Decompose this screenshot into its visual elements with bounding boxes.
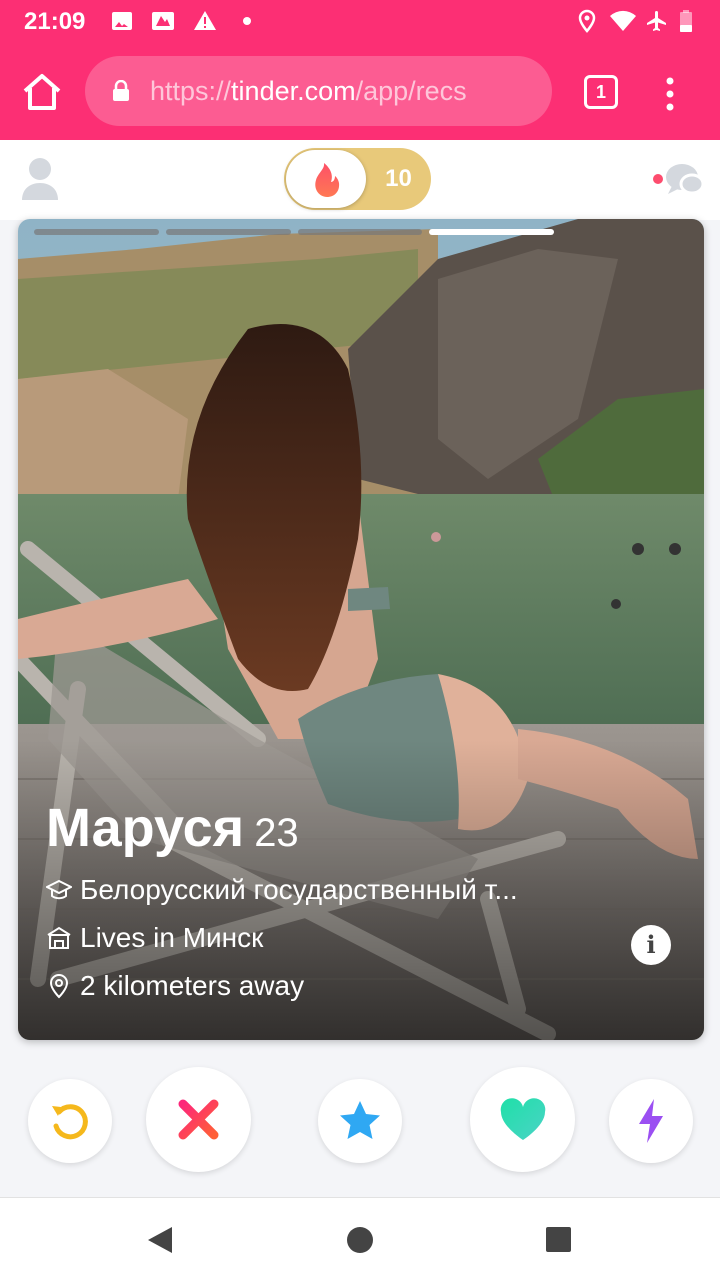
star-icon xyxy=(340,1101,380,1139)
distance-row: 2 kilometers away xyxy=(46,970,304,1002)
wifi-icon xyxy=(610,10,636,31)
city-text: Lives in Минск xyxy=(80,922,264,953)
toggle-knob xyxy=(286,150,366,208)
url-text: https://tinder.com/app/recs xyxy=(150,76,467,107)
profile-name: Маруся xyxy=(46,798,245,858)
rewind-icon xyxy=(52,1104,88,1140)
warning-icon xyxy=(194,11,216,30)
overflow-menu-icon[interactable] xyxy=(660,74,680,114)
address-bar[interactable]: https://tinder.com/app/recs xyxy=(85,56,552,126)
dot-icon xyxy=(243,17,251,25)
home-icon[interactable] xyxy=(20,70,64,114)
battery-low-icon xyxy=(680,10,692,32)
city-row: Lives in Минск xyxy=(46,922,263,954)
flame-icon xyxy=(315,163,340,197)
url-host: tinder.com xyxy=(231,76,356,106)
info-button[interactable]: i xyxy=(631,925,671,965)
distance-text: 2 kilometers away xyxy=(80,970,305,1001)
lock-icon xyxy=(113,80,129,101)
photo-indicator[interactable] xyxy=(165,229,291,235)
recents-icon[interactable] xyxy=(545,1226,572,1253)
tab-switcher-button[interactable]: 1 xyxy=(584,75,618,109)
airplane-icon xyxy=(647,11,666,31)
url-path: /app/recs xyxy=(355,76,467,106)
profile-age: 23 xyxy=(254,811,299,855)
url-scheme: https:// xyxy=(150,76,232,106)
school-row: Белорусский государственный т... xyxy=(46,874,518,906)
back-icon[interactable] xyxy=(146,1225,174,1255)
heart-icon xyxy=(500,1098,546,1140)
photo-icon xyxy=(152,12,174,30)
profile-icon[interactable] xyxy=(20,156,60,202)
photo-indicator-active[interactable] xyxy=(429,229,554,235)
photo-progress xyxy=(34,229,554,235)
like-button[interactable] xyxy=(470,1067,575,1172)
boost-button[interactable] xyxy=(609,1079,693,1163)
photo-indicator[interactable] xyxy=(34,229,159,235)
school-text: Белорусский государственный т... xyxy=(80,874,518,905)
app-header: 10 xyxy=(0,140,720,220)
super-like-button[interactable] xyxy=(318,1079,402,1163)
discovery-toggle[interactable]: 10 xyxy=(284,148,431,210)
nope-button[interactable] xyxy=(146,1067,251,1172)
browser-toolbar: https://tinder.com/app/recs 1 xyxy=(0,44,720,140)
rewind-button[interactable] xyxy=(28,1079,112,1163)
image-icon xyxy=(112,12,132,30)
location-pin-icon xyxy=(49,973,69,999)
profile-card[interactable]: Маруся 23 Белорусский государственный т..… xyxy=(18,219,704,1040)
name-age: Маруся 23 xyxy=(46,797,299,859)
lightning-icon xyxy=(639,1099,663,1143)
system-nav-bar xyxy=(0,1197,720,1280)
super-count: 10 xyxy=(385,165,412,192)
photo-indicator[interactable] xyxy=(297,229,423,235)
graduation-cap-icon xyxy=(46,879,72,900)
messages-icon[interactable] xyxy=(650,160,706,200)
status-bar: 21:09 xyxy=(0,0,720,44)
location-icon xyxy=(578,9,596,33)
close-icon xyxy=(178,1099,219,1140)
home-nav-icon[interactable] xyxy=(346,1226,374,1254)
clock: 21:09 xyxy=(24,8,86,35)
house-icon xyxy=(47,926,71,949)
